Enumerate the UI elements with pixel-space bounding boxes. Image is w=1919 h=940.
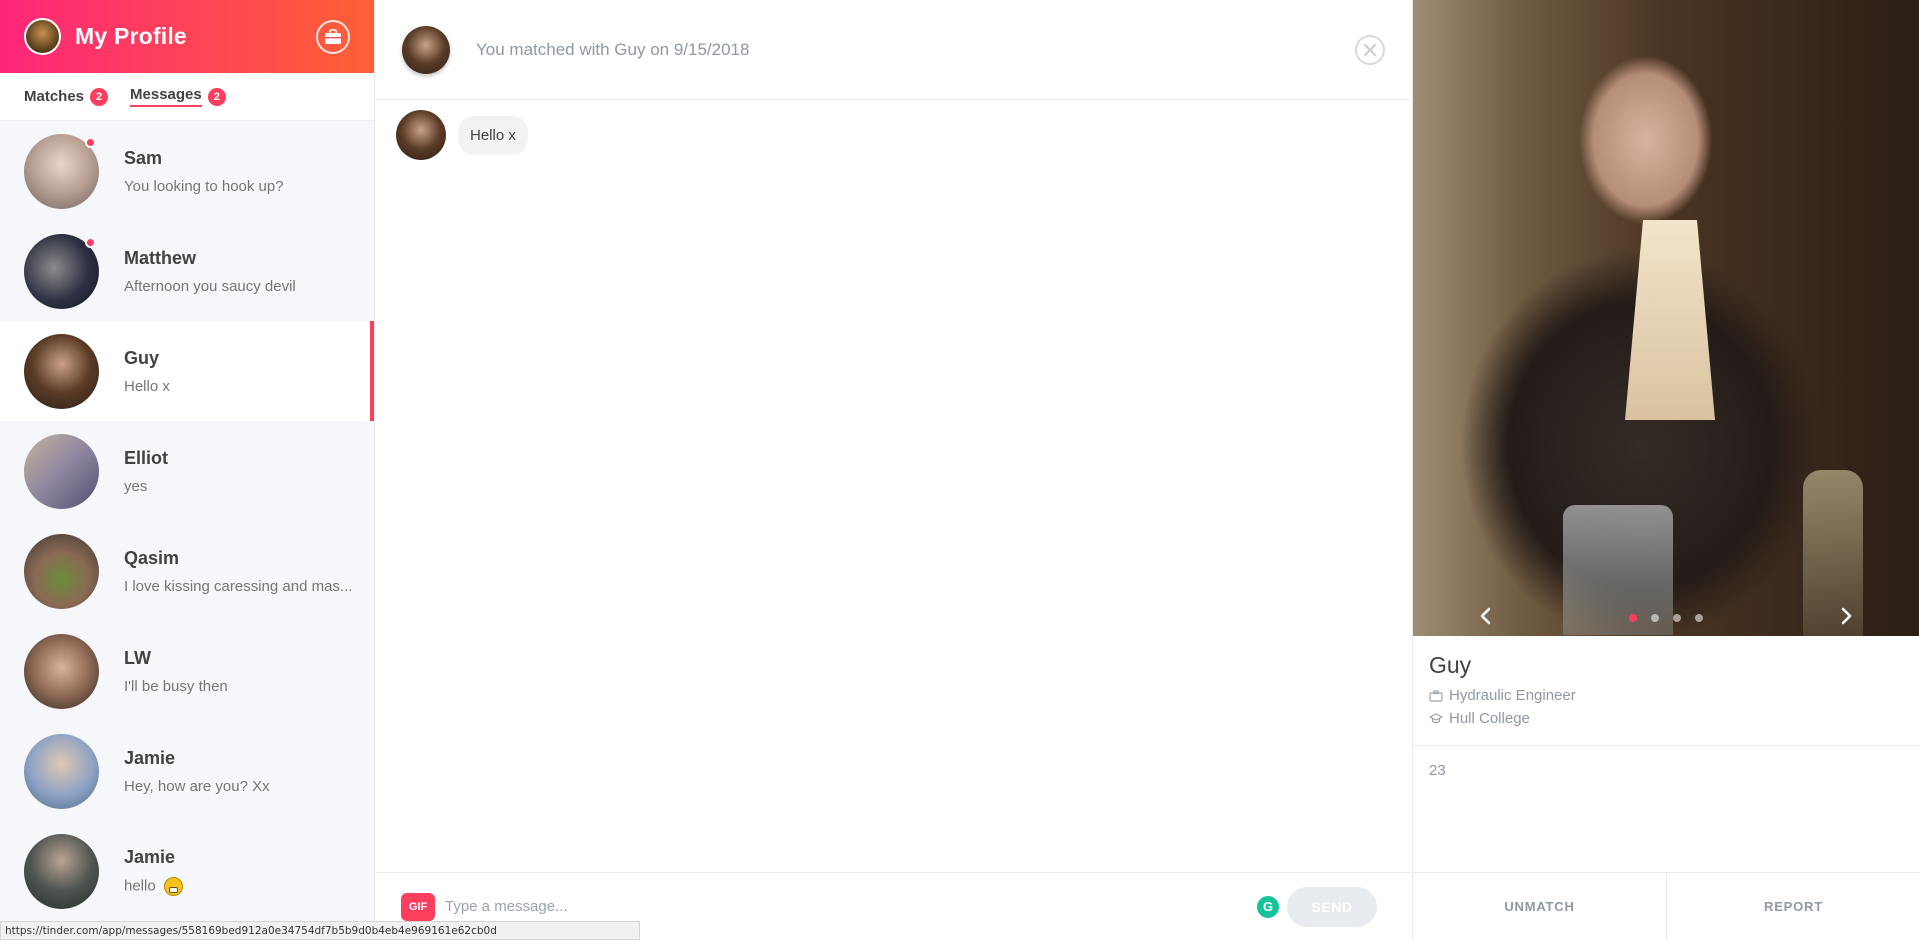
close-chat-button[interactable] [1355, 34, 1385, 65]
sender-avatar[interactable] [396, 110, 446, 160]
messages-count-badge: 2 [207, 87, 226, 106]
message-row: Hello x [396, 110, 1391, 160]
match-avatar [24, 833, 99, 909]
gif-button[interactable]: GIF [401, 892, 435, 921]
photo-dot[interactable] [1651, 614, 1659, 622]
message-input[interactable] [445, 898, 1245, 915]
unmatch-button[interactable]: UNMATCH [1413, 873, 1666, 940]
profile-age: 23 [1429, 762, 1446, 779]
match-avatar [24, 233, 99, 309]
tab-messages[interactable]: Messages 2 [130, 86, 226, 107]
profile-photo [1413, 0, 1919, 636]
report-button[interactable]: REPORT [1666, 873, 1919, 940]
chat-header: You matched with Guy on 9/15/2018 [376, 0, 1411, 100]
conversation-name: Qasim [124, 547, 180, 568]
unread-dot [85, 136, 96, 148]
conversation-name: Sam [124, 147, 163, 168]
profile-panel: Guy Hydraulic Engineer Hull College 23 U… [1412, 0, 1919, 940]
my-profile-title[interactable]: My Profile [75, 23, 187, 50]
conversation-name: Matthew [124, 247, 196, 268]
photo-dot[interactable] [1695, 614, 1703, 622]
conversation-preview: You looking to hook up? [124, 177, 284, 195]
profile-school: Hull College [1429, 710, 1903, 727]
conversation-name: LW [124, 647, 151, 668]
message-bubble: Hello x [458, 115, 528, 155]
my-avatar[interactable] [24, 18, 61, 55]
match-avatar [24, 533, 99, 609]
match-avatar [24, 633, 99, 709]
matches-count-badge: 2 [90, 87, 109, 106]
next-photo-button[interactable] [1835, 605, 1857, 627]
sidebar: My Profile Matches 2 Messages 2 Sam You l… [0, 0, 375, 940]
profile-job-text: Hydraulic Engineer [1449, 687, 1576, 704]
conversation-preview: Hey, how are you? Xx [124, 777, 270, 795]
conversation-item[interactable]: Jamie Hey, how are you? Xx [0, 721, 374, 821]
matched-date-text: You matched with Guy on 9/15/2018 [476, 39, 750, 59]
profile-info: Guy Hydraulic Engineer Hull College [1413, 636, 1919, 746]
profile-school-text: Hull College [1449, 710, 1530, 727]
profile-actions: UNMATCH REPORT [1413, 872, 1919, 940]
conversation-preview-text: hello [124, 876, 156, 894]
conversation-list: Sam You looking to hook up? Matthew Aftern… [0, 121, 374, 921]
close-icon [1364, 43, 1376, 56]
conversation-item[interactable]: Sam You looking to hook up? [0, 121, 374, 221]
conversation-item[interactable]: Matthew Afternoon you saucy devil [0, 221, 374, 321]
tab-matches[interactable]: Matches 2 [24, 87, 109, 106]
match-avatar [24, 133, 99, 209]
conversation-item[interactable]: Elliot yes [0, 421, 374, 521]
photo-dot[interactable] [1673, 614, 1681, 622]
conversation-preview: yes [124, 477, 148, 495]
chevron-right-icon [1841, 607, 1852, 625]
conversation-item[interactable]: Qasim I love kissing caressing and mas... [0, 521, 374, 621]
grinning-face-icon [163, 876, 183, 896]
briefcase-icon [1429, 689, 1443, 702]
conversation-preview: I'll be busy then [124, 677, 228, 695]
conversation-preview: Hello x [124, 377, 170, 395]
sidebar-header: My Profile [0, 0, 374, 73]
match-avatar [24, 333, 99, 409]
conversation-item-selected[interactable]: Guy Hello x [0, 321, 374, 421]
profile-job: Hydraulic Engineer [1429, 687, 1903, 704]
conversation-preview: Afternoon you saucy devil [124, 277, 296, 295]
conversation-name: Jamie [124, 846, 176, 867]
graduation-cap-icon [1429, 712, 1443, 723]
briefcase-icon [325, 28, 341, 44]
chat-panel: You matched with Guy on 9/15/2018 Hello … [376, 0, 1411, 940]
photo-dot-active[interactable] [1629, 614, 1637, 622]
profile-name: Guy [1429, 652, 1472, 678]
chat-match-avatar[interactable] [402, 25, 450, 74]
conversation-name: Guy [124, 347, 160, 368]
work-mode-button[interactable] [316, 19, 350, 54]
conversation-name: Jamie [124, 747, 176, 768]
match-avatar [24, 733, 99, 809]
grammarly-icon[interactable]: G [1257, 895, 1279, 918]
unread-dot [85, 236, 96, 248]
conversation-preview: hello [124, 876, 183, 896]
conversation-name: Elliot [124, 447, 168, 468]
conversation-item[interactable]: LW I'll be busy then [0, 621, 374, 721]
photo-detail [1625, 220, 1715, 420]
browser-status-url: https://tinder.com/app/messages/558169be… [0, 921, 640, 940]
match-avatar [24, 433, 99, 509]
tab-messages-label: Messages [130, 86, 202, 107]
message-thread: Hello x [396, 110, 1391, 160]
conversation-item[interactable]: Jamie hello [0, 821, 374, 921]
conversation-preview: I love kissing caressing and mas... [124, 577, 353, 595]
send-button[interactable]: SEND [1287, 886, 1377, 927]
tab-matches-label: Matches [24, 88, 85, 105]
sidebar-tabs: Matches 2 Messages 2 [0, 73, 374, 121]
